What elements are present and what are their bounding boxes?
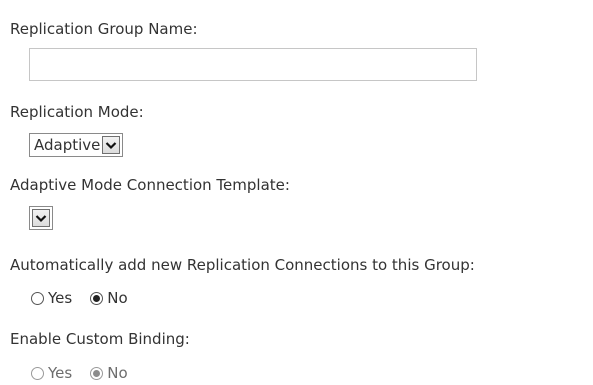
auto-add-yes-radio[interactable] — [31, 291, 44, 305]
replication-mode-select[interactable]: Adaptive — [29, 133, 124, 157]
connection-template-label: Adaptive Mode Connection Template: — [10, 176, 290, 194]
auto-add-label: Automatically add new Replication Connec… — [10, 256, 475, 274]
custom-binding-label: Enable Custom Binding: — [10, 330, 190, 348]
auto-add-no-option[interactable]: No — [90, 289, 128, 307]
custom-binding-no-radio[interactable] — [90, 366, 104, 380]
group-name-label: Replication Group Name: — [10, 20, 198, 38]
auto-add-radio-group: Yes No — [31, 289, 146, 307]
custom-binding-radio-group: Yes No — [31, 364, 146, 382]
chevron-down-icon — [35, 214, 47, 222]
custom-binding-no-label: No — [107, 364, 128, 382]
auto-add-yes-label: Yes — [48, 289, 73, 307]
replication-mode-dropdown-button[interactable] — [102, 136, 121, 154]
custom-binding-yes-label: Yes — [48, 364, 73, 382]
auto-add-no-radio[interactable] — [90, 291, 104, 305]
radio-selected-dot — [93, 294, 101, 302]
connection-template-select[interactable] — [29, 206, 53, 230]
auto-add-yes-option[interactable]: Yes — [31, 289, 72, 307]
auto-add-no-label: No — [107, 289, 128, 307]
custom-binding-no-option[interactable]: No — [90, 364, 128, 382]
replication-mode-label: Replication Mode: — [10, 103, 144, 121]
group-name-input[interactable] — [29, 48, 477, 81]
radio-selected-dot — [93, 369, 101, 377]
replication-mode-value: Adaptive — [34, 136, 101, 154]
custom-binding-yes-option[interactable]: Yes — [31, 364, 72, 382]
custom-binding-yes-radio[interactable] — [31, 366, 44, 380]
connection-template-dropdown-button[interactable] — [32, 209, 50, 227]
chevron-down-icon — [106, 141, 117, 149]
